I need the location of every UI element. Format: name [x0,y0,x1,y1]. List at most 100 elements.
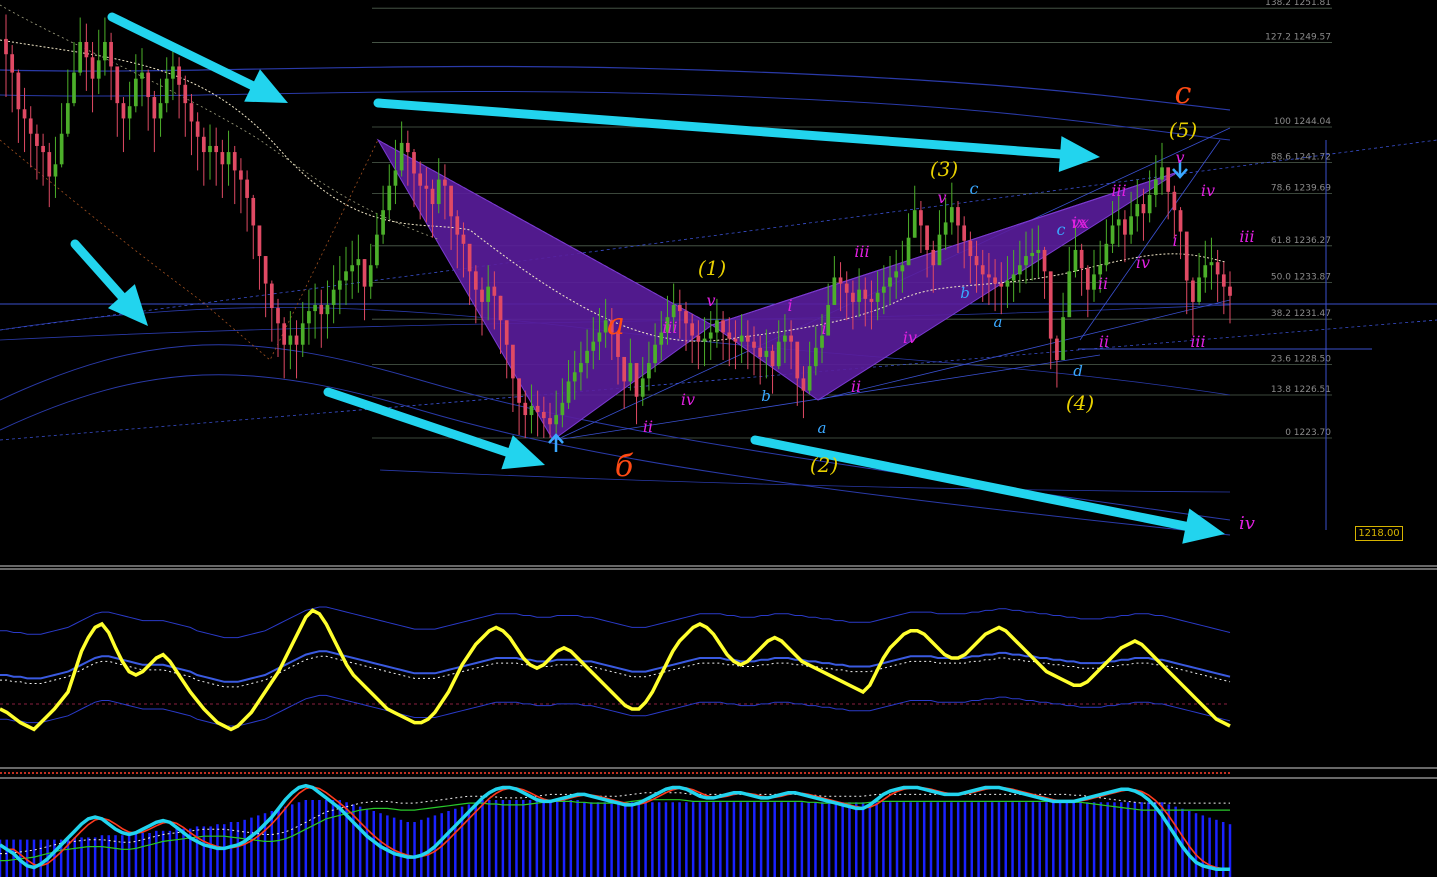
wave-label: d [1073,362,1083,380]
candle-body [776,341,781,367]
wave-label: i [787,296,792,315]
price-chart[interactable]: 138.2 1251.81127.2 1249.57100 1244.0488.… [0,0,1437,877]
candle-body [1048,271,1053,339]
candle-body [498,295,503,321]
arrow-down-right [373,98,1100,172]
candle-body [1221,274,1226,287]
candle-body [931,249,936,266]
candle-body [1178,210,1183,232]
fib-level-label: 23.6 1228.50 [1271,355,1331,365]
wave-label: (1) [698,256,726,280]
arrow-shaft [107,12,257,90]
candle-body [59,133,64,165]
candle-body [189,103,194,122]
candle-body [1197,277,1201,302]
wave-label: ii [1099,332,1109,351]
candle-body [53,164,58,177]
candle-body [504,320,509,345]
wave-label: ii [851,377,861,396]
candle-body [739,335,744,342]
candle-body [276,308,280,324]
candle-body [1141,204,1146,214]
candle-body [1005,280,1010,287]
candle-body [949,207,954,223]
wave-label: iv [1239,513,1255,534]
candle-body [1184,231,1189,281]
candle-body [1042,249,1047,272]
candle-body [943,222,948,235]
wave-label: iv [903,328,917,347]
candle-body [455,216,460,235]
trend-channel-dashed [0,319,1437,441]
candle-body [78,41,83,73]
candle-body [1153,179,1158,195]
candle-body [869,298,874,302]
candle-body [1061,317,1065,361]
candle-body [517,378,521,403]
candle-body [381,210,385,235]
wave-label: iv [1136,253,1150,272]
oscillator-mid-band [0,650,1231,683]
candle-body [16,72,21,110]
candle-body [956,207,960,226]
current-price-marker: 1218.00 [1355,526,1403,541]
candle-body [319,304,324,315]
candle-body [727,332,732,339]
candle-body [177,66,181,85]
candle-body [1209,262,1214,266]
candle-body [1191,280,1195,302]
candle-body [28,118,33,134]
candle-body [480,289,484,302]
candle-body [925,225,929,250]
wave-label: iii [1111,181,1126,200]
candle-body [752,341,756,348]
candle-body [807,366,812,391]
wave-label: b [761,387,771,405]
candle-body [851,292,855,302]
candle-body [1073,249,1078,272]
candle-body [220,152,225,165]
candle-body [566,381,571,403]
candle-body [269,283,274,309]
candle-body [164,78,169,104]
candle-body [1011,274,1016,281]
candle-body [412,152,416,174]
fib-level-label: 0 1223.70 [1285,428,1331,438]
candle-body [467,243,472,272]
candle-body [535,405,540,413]
wave-label: b [960,284,970,302]
candle-body [399,142,404,171]
candle-body [900,265,905,272]
candle-body [337,280,342,290]
candle-body [1116,219,1121,226]
candle-body [745,335,750,342]
candle-body [282,323,287,345]
candle-body [881,286,886,293]
candle-body [1228,286,1232,296]
candle-body [1110,225,1115,244]
candle-body [103,41,107,61]
candle-body [696,335,701,342]
arrow-shaft [323,387,512,457]
candle-body [492,286,497,296]
candle-body [436,179,441,205]
candle-body [47,152,52,177]
candle-body [121,103,126,119]
wave-label: (4) [1066,391,1094,415]
candle-body [288,335,293,345]
candle-body [541,412,546,419]
candle-body [764,350,769,357]
candle-body [90,57,95,79]
candle-body [146,72,151,98]
oscillator [0,606,1231,732]
candle-body [393,170,398,186]
candle-body [863,289,868,299]
wave-label: iv [1201,181,1215,200]
fib-level-label: 38.2 1231.47 [1271,309,1331,319]
wave-line [1079,139,1221,341]
candle-body [634,363,639,397]
candle-body [702,338,707,342]
candle-body [96,60,101,79]
candle-body [307,311,311,324]
candle-body [84,41,89,58]
